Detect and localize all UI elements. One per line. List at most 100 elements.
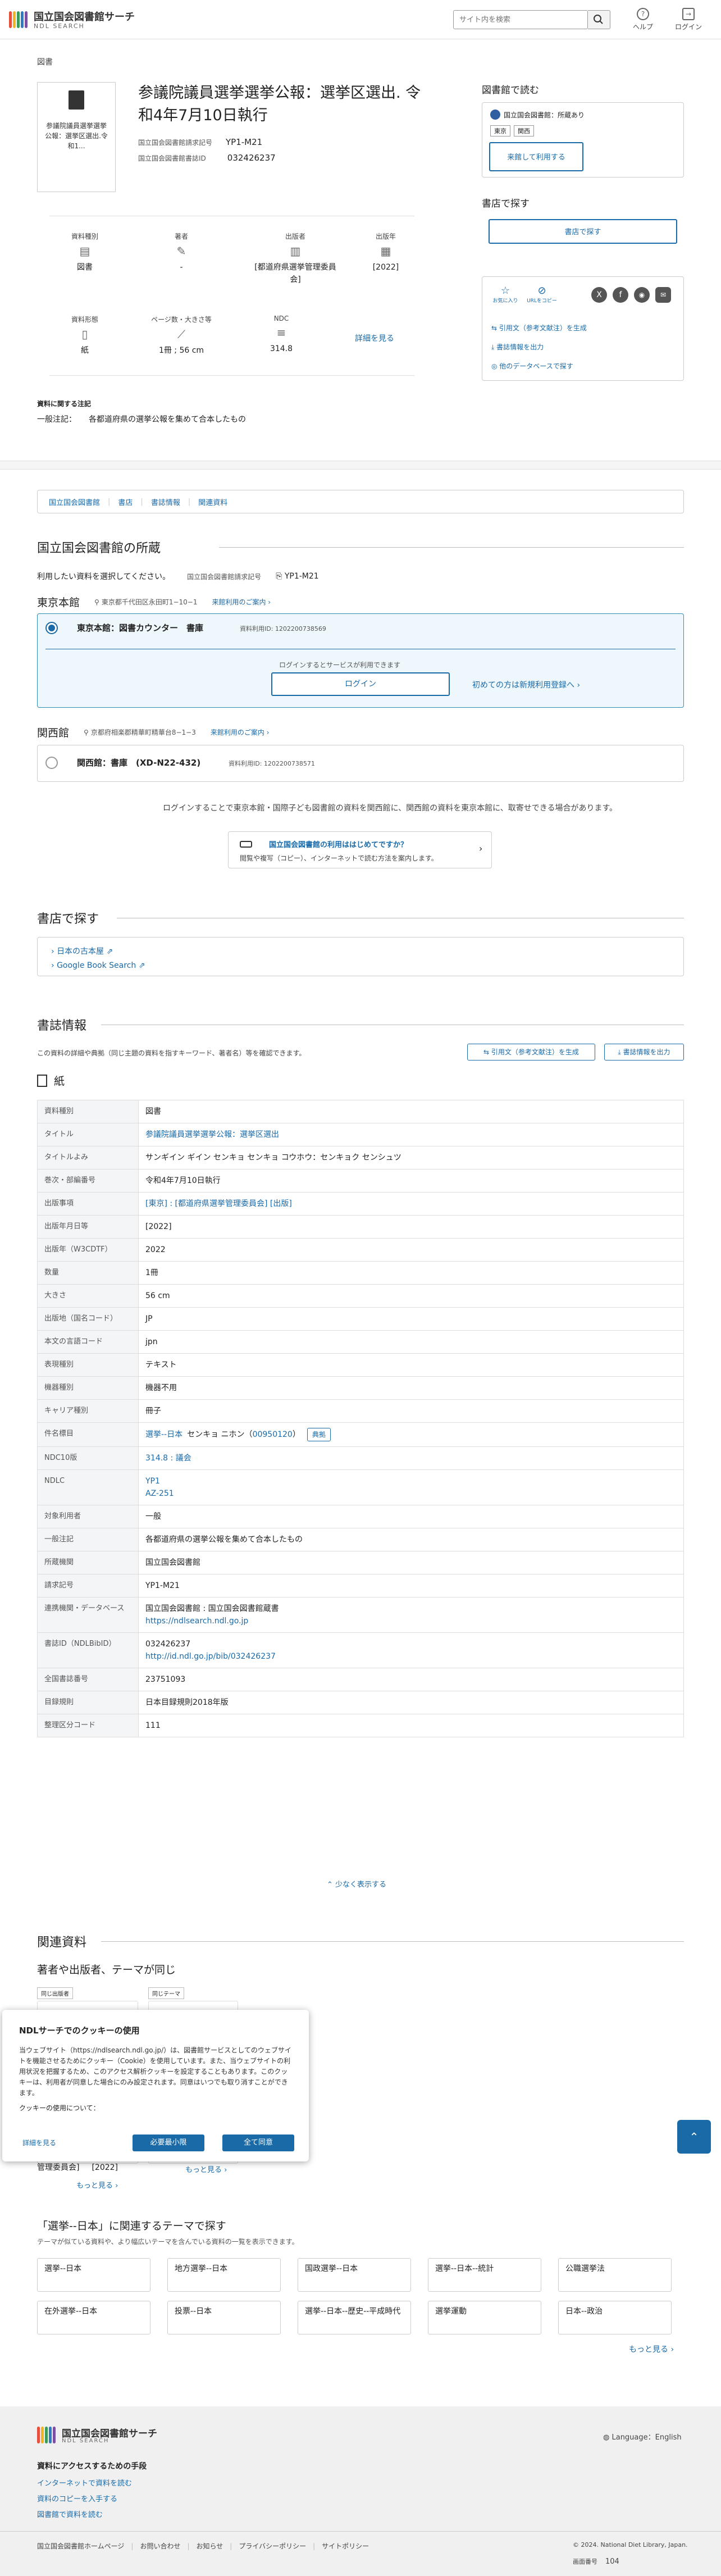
kansai-holding-card[interactable]: 関西館：書庫 (XD-N22-432) 資料利用ID: 120220073857… xyxy=(37,745,684,782)
bib-value-link[interactable]: https://ndlsearch.ndl.go.jp xyxy=(145,1617,248,1626)
bib-value-text: 032426237 xyxy=(145,1640,191,1649)
kansai-guide-link[interactable]: 来館利用のご案内 › xyxy=(211,727,270,737)
bib-value-link[interactable]: http://id.ndl.go.jp/bib/032426237 xyxy=(145,1652,276,1661)
login-button[interactable]: → ログイン xyxy=(672,8,705,31)
footer-bottom-link[interactable]: 国立国会図書館ホームページ xyxy=(37,2541,124,2551)
bib-row: 目録規則 日本目録規則2018年版 xyxy=(37,1691,684,1714)
other-db-link[interactable]: ◎ 他のデータベースで探す xyxy=(491,361,573,371)
authority-button[interactable]: 典拠 xyxy=(307,1428,331,1441)
help-button[interactable]: ? ヘルプ xyxy=(626,8,660,31)
theme-link[interactable]: 選挙--日本--歴史--平成時代 xyxy=(298,2301,411,2334)
building-icon: ▥ xyxy=(290,244,301,258)
link-icon: ⊘ xyxy=(537,285,546,297)
footer-bottom-link[interactable]: お問い合わせ xyxy=(140,2541,180,2551)
search-button[interactable] xyxy=(588,10,610,29)
bib-title: 書誌情報 xyxy=(37,1019,87,1033)
footer-link-copy[interactable]: 資料のコピーを入手する xyxy=(37,2493,117,2504)
line-share-icon[interactable]: ◉ xyxy=(634,287,650,303)
shop-link-google[interactable]: › Google Book Search ⇗ xyxy=(51,961,145,970)
tab-bib[interactable]: 書誌情報 xyxy=(151,497,180,507)
bib-value-text: 国立国会図書館 xyxy=(145,1558,200,1567)
bib-value-text[interactable]: 選挙--日本 xyxy=(145,1430,182,1439)
bib-value-text[interactable]: 314.8 : 議会 xyxy=(145,1454,191,1463)
tab-related[interactable]: 関連資料 xyxy=(198,497,227,507)
shop-link-kosho[interactable]: › 日本の古本屋 ⇗ xyxy=(51,945,113,957)
shop-search-button[interactable]: 書店で探す xyxy=(489,219,677,244)
cookie-accept-button[interactable]: 全て同意 xyxy=(222,2134,294,2151)
back-to-top-button[interactable]: ⌃ xyxy=(677,2120,711,2154)
cite-link[interactable]: ⇆ 引用文（参考文献注）を生成 xyxy=(491,323,587,333)
site-logo-text[interactable]: 国立国会図書館サーチ xyxy=(34,9,135,24)
transfer-note: ログインすることで東京本館・国際子ども図書館の資料を関西館に、関西館の資料を東京… xyxy=(163,804,618,813)
mail-share-icon[interactable]: ✉ xyxy=(655,287,671,303)
bib-value-link[interactable]: AZ-251 xyxy=(145,1489,174,1498)
kansai-location: 関西館：書庫 (XD-N22-432) xyxy=(77,758,201,768)
theme-link[interactable]: 国政選挙--日本 xyxy=(298,2258,411,2292)
bib-key: 大きさ xyxy=(37,1284,139,1308)
tab-ndl[interactable]: 国立国会図書館 xyxy=(49,497,100,507)
tokyo-radio[interactable] xyxy=(45,622,58,634)
footer-logo-icon[interactable] xyxy=(37,2427,56,2443)
tab-shop[interactable]: 書店 xyxy=(118,497,133,507)
theme-link[interactable]: 地方選挙--日本 xyxy=(167,2258,281,2292)
bib-row: 件名標目 選挙--日本 センキョ ニホン（00950120） 典拠 xyxy=(37,1422,684,1447)
theme-link[interactable]: 日本--政治 xyxy=(558,2301,672,2334)
search-input[interactable] xyxy=(453,10,588,29)
search-icon xyxy=(594,15,603,24)
bib-key: 本文の言語コード xyxy=(37,1330,139,1354)
tokyo-guide-link[interactable]: 来館利用のご案内 › xyxy=(212,597,271,607)
kansai-radio[interactable] xyxy=(45,757,58,769)
bib-value-text[interactable]: 参議院議員選挙選挙公報：選挙区選出 xyxy=(145,1130,279,1139)
bib-value-text[interactable]: [東京] : [都道府県選挙管理委員会] [出版] xyxy=(145,1199,292,1208)
tokyo-holding-card[interactable]: 東京本館：図書カウンター 書庫 資料利用ID: 1202200738569 ログ… xyxy=(37,613,684,708)
facet-label: NDC xyxy=(273,315,289,322)
footer-bottom-link[interactable]: サイトポリシー xyxy=(322,2541,369,2551)
bib-value-text: 111 xyxy=(145,1721,161,1730)
footer-bottom-link[interactable]: プライバシーポリシー xyxy=(239,2541,306,2551)
theme-more-link[interactable]: もっと見る › xyxy=(629,2343,674,2355)
bib-key: タイトルよみ xyxy=(37,1146,139,1169)
show-less-link[interactable]: ⌃ 少なく表示する xyxy=(327,1878,386,1889)
cookie-necessary-button[interactable]: 必要最小限 xyxy=(133,2134,204,2151)
bib-value: サンギイン ギイン センキョ センキョ コウホウ：センキョク センシュツ xyxy=(138,1146,684,1169)
bib-value-text[interactable]: YP1 xyxy=(145,1477,160,1486)
ndl-logo-icon[interactable] xyxy=(9,11,28,28)
bib-row: 機器種別 機器不用 xyxy=(37,1376,684,1400)
list-icon: ≡ xyxy=(276,326,286,339)
more-theme-link[interactable]: もっと見る › xyxy=(185,2164,227,2174)
callno-value: ⎘ YP1-M21 xyxy=(276,572,319,581)
login-button[interactable]: ログイン xyxy=(271,672,450,696)
more-publisher-link[interactable]: もっと見る › xyxy=(76,2179,118,2190)
subject-id-link[interactable]: 00950120 xyxy=(253,1430,293,1439)
theme-link[interactable]: 在外選挙--日本 xyxy=(37,2301,150,2334)
footer-link-read-online[interactable]: インターネットで資料を読む xyxy=(37,2477,132,2488)
register-link[interactable]: 初めての方は新規利用登録へ › xyxy=(472,679,580,690)
site-footer: 国立国会図書館サーチ NDL SEARCH ◍ Language：English… xyxy=(0,2406,721,2576)
copy-url-button[interactable]: ⊘ URLをコピー xyxy=(525,285,559,304)
theme-link[interactable]: 選挙運動 xyxy=(428,2301,541,2334)
theme-link[interactable]: 選挙--日本 xyxy=(37,2258,150,2292)
theme-link[interactable]: 選挙--日本--統計 xyxy=(428,2258,541,2292)
cookie-details-link[interactable]: 詳細を見る xyxy=(22,2138,56,2147)
bib-key: 全国書誌番号 xyxy=(37,1668,139,1691)
visit-use-button[interactable]: 来館して利用する xyxy=(489,142,583,171)
bib-value-text: 冊子 xyxy=(145,1407,161,1416)
copyright: © 2024. National Diet Library, Japan. xyxy=(573,2541,688,2548)
detail-link[interactable]: 詳細を見る xyxy=(355,333,394,344)
footer-link-library[interactable]: 図書館で資料を読む xyxy=(37,2509,103,2519)
star-icon: ☆ xyxy=(500,285,510,297)
theme-link[interactable]: 投票--日本 xyxy=(167,2301,281,2334)
facebook-share-icon[interactable]: f xyxy=(613,287,628,303)
footer-bottom-link[interactable]: お知らせ xyxy=(197,2541,223,2551)
first-time-banner[interactable]: 国立国会図書館の利用ははじめてですか？ 閲覧や複写（コピー）、インターネットで読… xyxy=(228,831,492,868)
bib-key: 一般注記 xyxy=(37,1528,139,1551)
bib-cite-button[interactable]: ⇆ 引用文（参考文献注）を生成 xyxy=(467,1044,595,1061)
bib-export-button[interactable]: ⤓ 書誌情報を出力 xyxy=(604,1044,684,1061)
theme-link[interactable]: 公職選挙法 xyxy=(558,2258,672,2292)
favorite-button[interactable]: ☆ お気に入り xyxy=(491,285,519,304)
language-switch[interactable]: ◍ Language：English xyxy=(603,2431,682,2442)
export-link[interactable]: ⤓ 書誌情報を出力 xyxy=(491,342,544,352)
facet-item: 出版者 ▥ [都道府県選挙管理委員会] xyxy=(250,231,340,286)
bib-key: キャリア種別 xyxy=(37,1399,139,1423)
x-share-icon[interactable]: X xyxy=(591,287,607,303)
